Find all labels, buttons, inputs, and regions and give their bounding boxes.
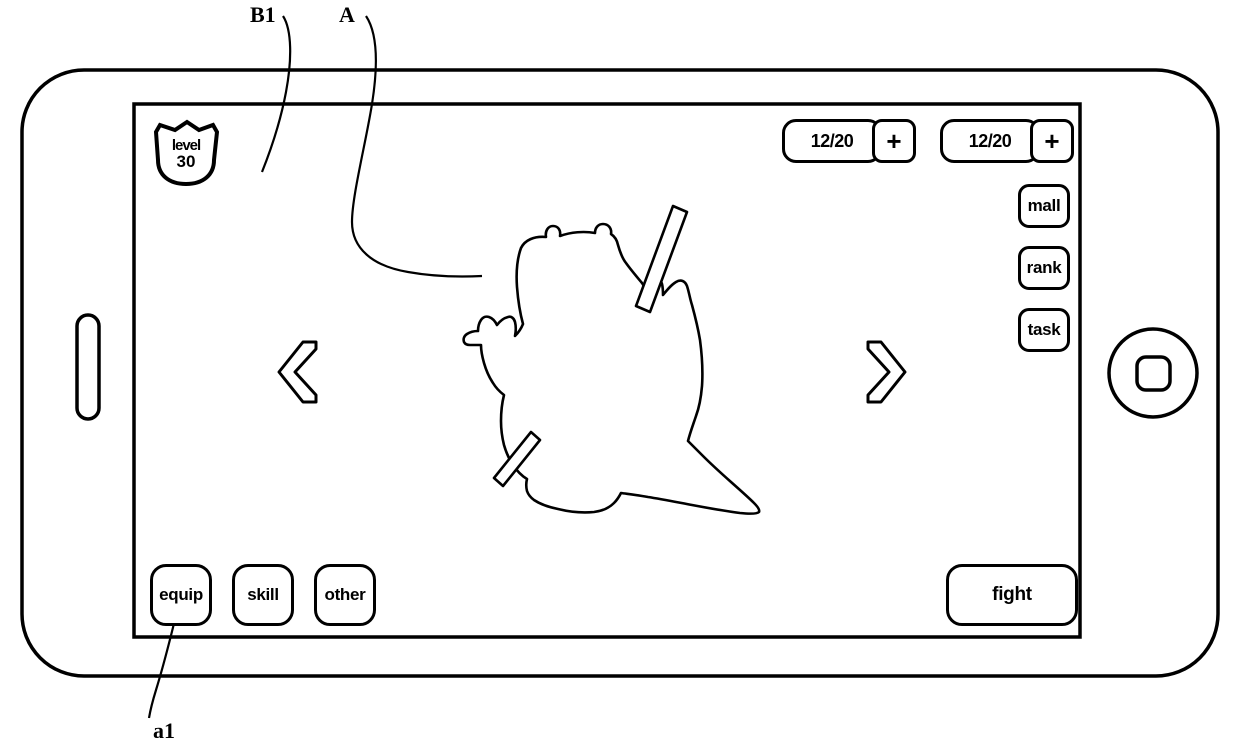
side-button[interactable] — [75, 313, 101, 421]
resource-counter-2-value: 12/20 — [940, 119, 1040, 163]
resource-counter-2-plus-button[interactable]: + — [1030, 119, 1074, 163]
resource-counter-2[interactable]: 12/20 + — [940, 119, 1074, 163]
level-badge: level 30 — [154, 138, 218, 170]
reference-label-a: A — [339, 2, 355, 27]
resource-counter-1[interactable]: 12/20 + — [782, 119, 916, 163]
reference-label-a1: a1 — [153, 718, 175, 743]
bottom-menu-item-equip[interactable]: equip — [150, 564, 212, 626]
bottom-menu-item-other-label: other — [324, 585, 366, 604]
reference-label-b1: B1 — [250, 2, 276, 27]
level-badge-word: level — [171, 137, 201, 154]
fight-button[interactable]: fight — [946, 564, 1078, 626]
resource-counter-1-plus-button[interactable]: + — [872, 119, 916, 163]
level-badge-value: 30 — [176, 152, 196, 171]
side-menu-item-rank-label: rank — [1026, 258, 1062, 277]
fight-button-label: fight — [992, 584, 1032, 605]
patent-figure: level 30 12/20 + 12/20 + mall rank task … — [0, 0, 1240, 750]
side-menu-item-rank[interactable]: rank — [1018, 246, 1070, 290]
side-menu-item-mall-label: mall — [1027, 196, 1061, 215]
side-menu-item-task-label: task — [1027, 320, 1061, 339]
bottom-menu-item-skill[interactable]: skill — [232, 564, 294, 626]
side-menu-item-mall[interactable]: mall — [1018, 184, 1070, 228]
home-button-square-icon — [1135, 355, 1172, 392]
resource-counter-1-value: 12/20 — [782, 119, 882, 163]
figure-linework — [20, 15, 1220, 719]
bottom-menu-item-equip-label: equip — [159, 585, 203, 604]
bottom-menu-item-skill-label: skill — [247, 585, 279, 604]
side-menu-item-task[interactable]: task — [1018, 308, 1070, 352]
bottom-menu-item-other[interactable]: other — [314, 564, 376, 626]
